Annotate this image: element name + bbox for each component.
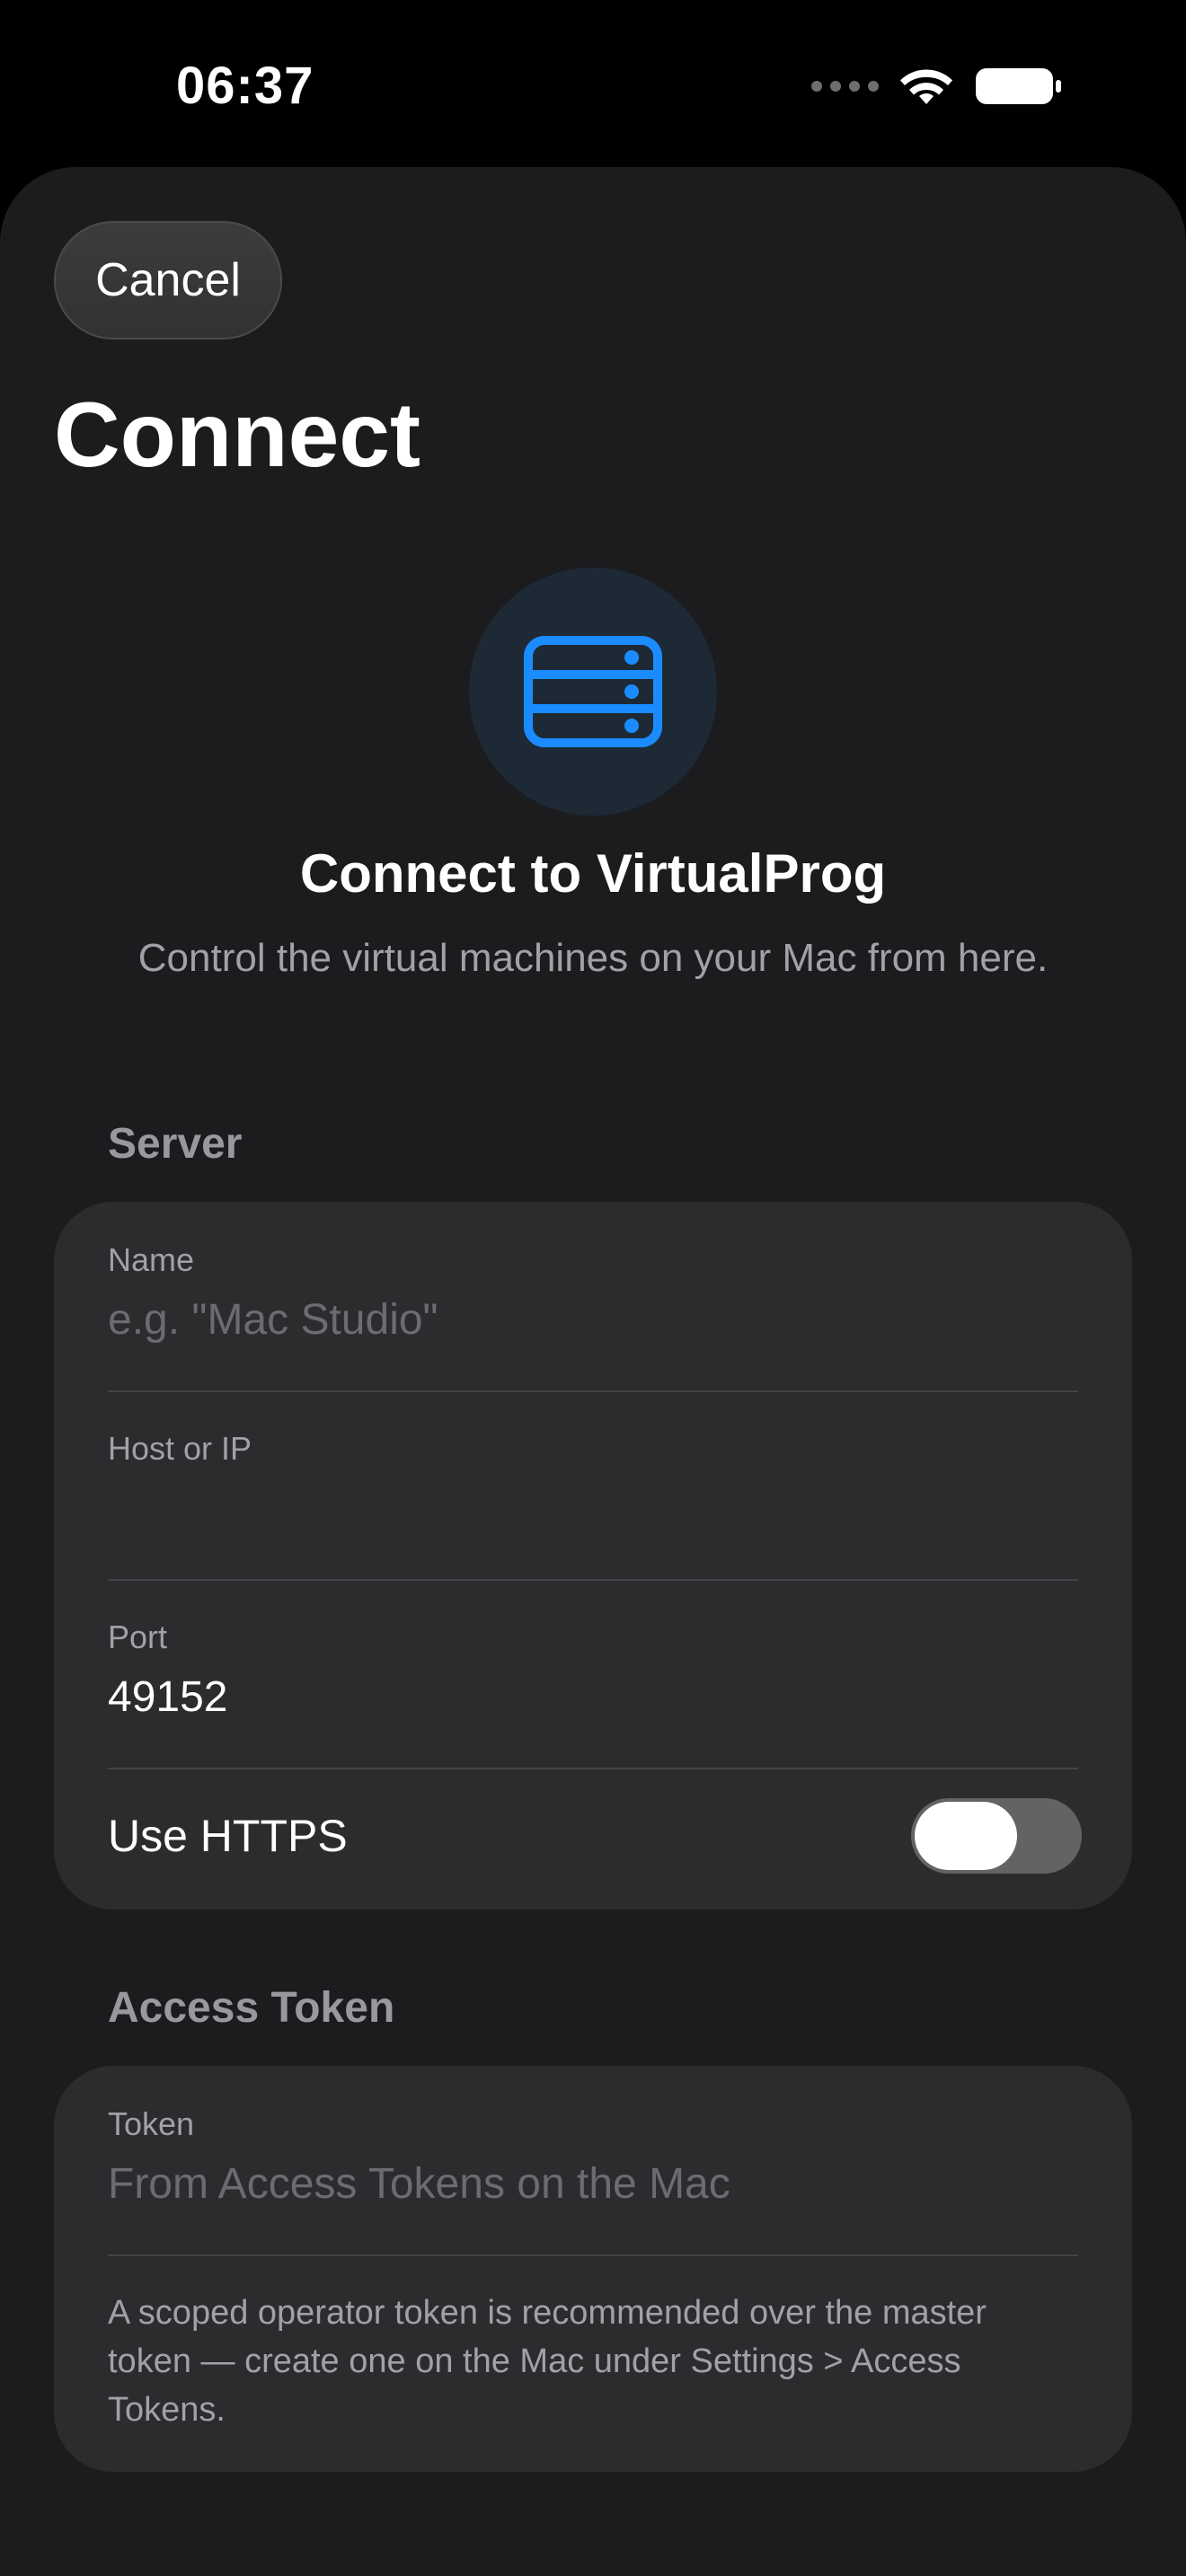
port-label: Port (108, 1619, 168, 1655)
token-section-header: Access Token (108, 1984, 395, 2032)
wifi-icon (900, 69, 952, 104)
token-footnote: A scoped operator token is recommended o… (108, 2294, 987, 2429)
server-rack-icon (524, 636, 662, 747)
hero-icon-circle (469, 568, 717, 816)
status-time: 06:37 (176, 57, 314, 115)
server-section-header: Server (108, 1120, 243, 1168)
port-input[interactable]: 49152 (108, 1672, 1078, 1725)
host-label: Host or IP (108, 1430, 252, 1467)
hero-title: Connect to VirtualProg (299, 843, 887, 904)
divider (108, 1390, 1078, 1392)
token-field[interactable]: Token From Access Tokens on the Mac (108, 2105, 1078, 2211)
page-title: Connect (54, 384, 420, 486)
cancel-button[interactable]: Cancel (54, 221, 282, 340)
token-input[interactable]: From Access Tokens on the Mac (108, 2159, 1078, 2211)
host-input[interactable] (108, 1484, 1078, 1536)
connect-sheet: Cancel Connect Connect to VirtualProg Co… (0, 167, 1186, 2576)
cellular-signal-icon (811, 81, 879, 92)
port-field[interactable]: Port 49152 (108, 1619, 1078, 1725)
https-row: Use HTTPS (108, 1798, 1082, 1874)
hero-subtitle: Control the virtual machines on your Mac… (137, 936, 1049, 980)
token-label: Token (108, 2105, 195, 2142)
status-icons (811, 65, 1064, 108)
divider (108, 1768, 1078, 1769)
toggle-knob (915, 1802, 1017, 1870)
https-label: Use HTTPS (108, 1811, 348, 1861)
server-card: Name e.g. "Mac Studio" Host or IP Port 4… (54, 1202, 1132, 1910)
status-bar: 06:37 (0, 0, 1186, 167)
token-card: Token From Access Tokens on the Mac A sc… (54, 2066, 1132, 2472)
name-field[interactable]: Name e.g. "Mac Studio" (108, 1241, 1078, 1347)
name-input[interactable]: e.g. "Mac Studio" (108, 1295, 1078, 1347)
https-toggle[interactable] (911, 1798, 1082, 1874)
divider (108, 2254, 1078, 2256)
battery-icon (976, 68, 1061, 104)
name-label: Name (108, 1241, 195, 1278)
host-field[interactable]: Host or IP (108, 1430, 1078, 1536)
divider (108, 1579, 1078, 1581)
